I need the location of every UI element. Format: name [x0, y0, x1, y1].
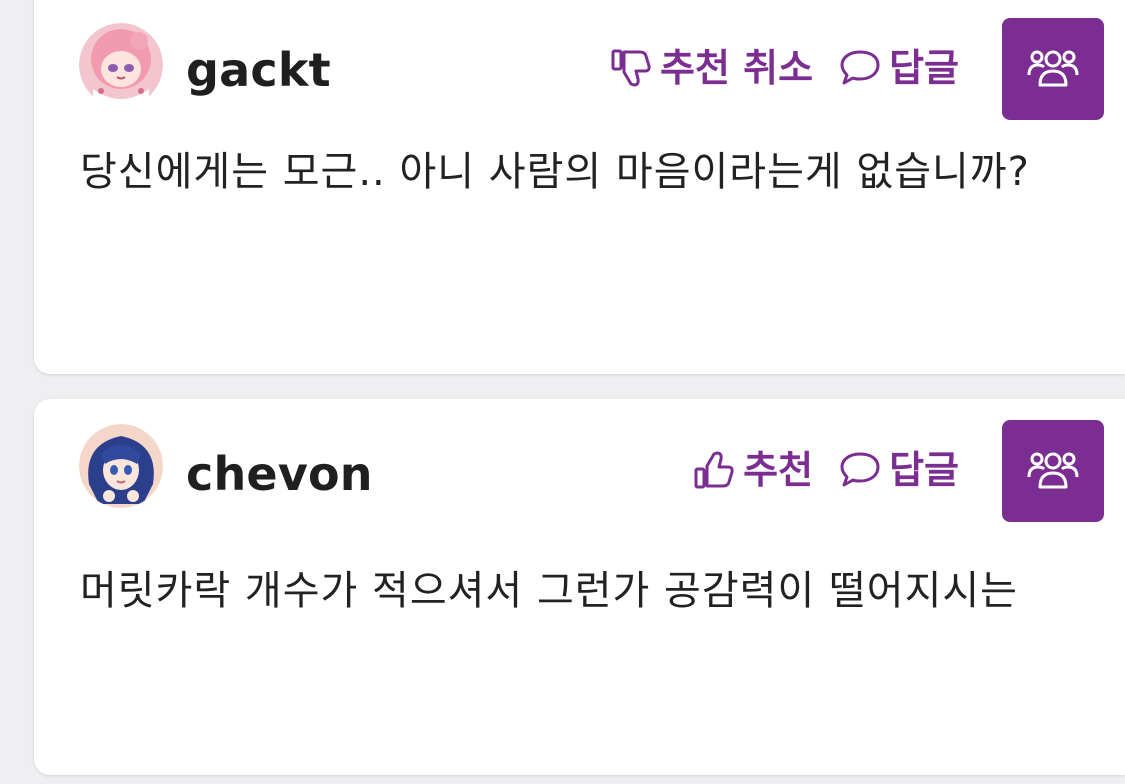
thumbs-down-icon: [610, 48, 652, 88]
speech-bubble-icon: [839, 49, 881, 87]
comment-text: 당신에게는 모근.. 아니 사람의 마음이라는게 없습니까?: [80, 149, 1030, 195]
comment-text: 머릿카락 개수가 적으셔서 그런가 공감력이 떨어지시는: [80, 568, 1018, 614]
avatar-image-blue-hair: [79, 424, 163, 508]
reply-label: 답글: [889, 46, 959, 90]
reply-button[interactable]: 답글: [839, 451, 959, 489]
reply-button[interactable]: 답글: [839, 49, 959, 87]
avatar-image-pink-hair: [79, 23, 163, 107]
reply-label: 답글: [889, 448, 959, 492]
users-icon: [1026, 447, 1080, 495]
comment-actions: 추천 답글: [693, 450, 959, 490]
group-button[interactable]: [1002, 420, 1104, 522]
speech-bubble-icon: [839, 451, 881, 489]
thumbs-up-icon: [693, 450, 735, 490]
group-button[interactable]: [1002, 18, 1104, 120]
avatar[interactable]: [79, 23, 163, 107]
comment-card: gackt 추천 취소 답글 당신에게는 모근.. 아니 사람의 마음이라는게 …: [34, 0, 1125, 374]
recommend-cancel-button[interactable]: 추천 취소: [610, 48, 813, 88]
recommend-label: 추천: [743, 448, 814, 492]
username[interactable]: chevon: [186, 451, 373, 497]
comment-card: chevon 추천 답글 머릿카락 개수가 적으셔서 그런가 공감력이 떨어지시…: [34, 399, 1125, 775]
users-icon: [1026, 45, 1080, 93]
username[interactable]: gackt: [186, 47, 331, 93]
comment-actions: 추천 취소 답글: [610, 48, 959, 88]
avatar[interactable]: [79, 424, 163, 508]
recommend-button[interactable]: 추천: [693, 450, 813, 490]
recommend-label: 추천 취소: [660, 46, 814, 90]
